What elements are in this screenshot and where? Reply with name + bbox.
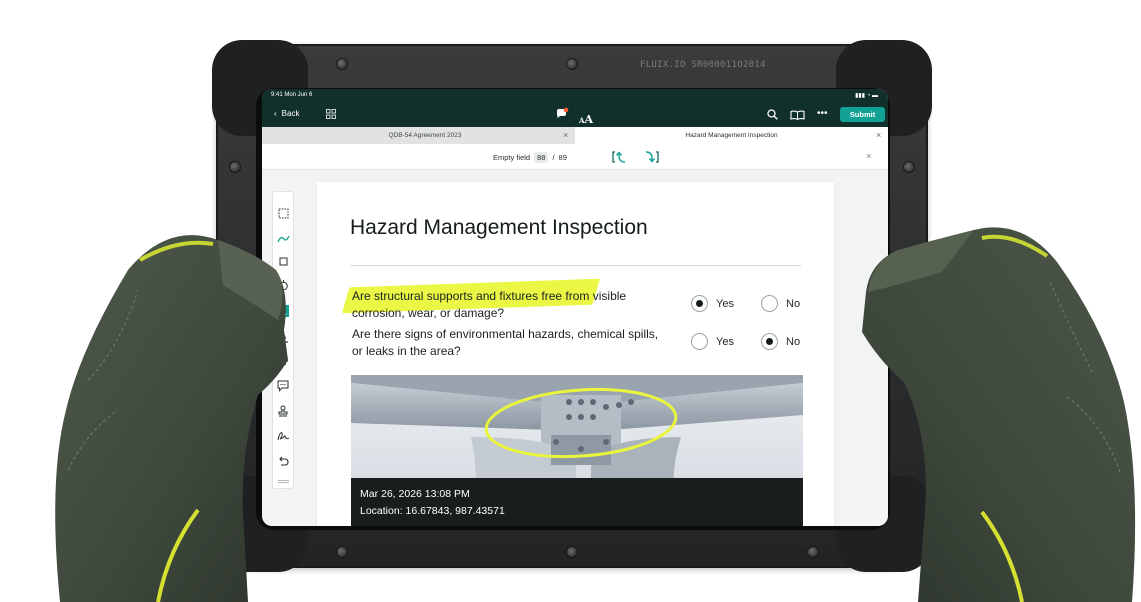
pen-icon[interactable]: [276, 230, 290, 244]
stamp-icon[interactable]: [276, 404, 290, 418]
option-label: Yes: [716, 297, 734, 310]
next-field-icon[interactable]: [643, 150, 659, 164]
current-field-number: 88: [534, 152, 549, 163]
lasso-icon[interactable]: [276, 278, 290, 292]
screw-icon: [567, 547, 577, 557]
radio-unselected[interactable]: [691, 333, 708, 350]
screw-icon: [567, 59, 577, 69]
q2-no-option[interactable]: No: [761, 333, 800, 350]
option-label: No: [786, 297, 801, 310]
back-button[interactable]: ‹ Back: [274, 109, 299, 118]
title-divider: [350, 265, 801, 266]
option-label: Yes: [716, 335, 734, 348]
app-header: 9:41 Mon Jun 6 ▮▮▮ ◔ ▬ ‹ Back AA ••• Sub…: [262, 89, 888, 127]
tablet-screen: 9:41 Mon Jun 6 ▮▮▮ ◔ ▬ ‹ Back AA ••• Sub…: [262, 89, 888, 526]
radio-selected[interactable]: [761, 333, 778, 350]
chevron-left-icon: ‹: [274, 109, 277, 118]
radio-unselected[interactable]: [761, 295, 778, 312]
tab-hazard-inspection[interactable]: Hazard Management Inspection: [575, 127, 888, 144]
more-options-icon[interactable]: •••: [817, 108, 828, 119]
grid-view-icon[interactable]: [326, 109, 336, 119]
status-time: 9:41 Mon Jun 6: [271, 92, 313, 98]
q1-no-option[interactable]: No: [761, 295, 800, 312]
back-label: Back: [281, 109, 300, 118]
radio-selected[interactable]: [691, 295, 708, 312]
comment-icon[interactable]: [276, 379, 290, 393]
submit-button[interactable]: Submit: [840, 107, 885, 122]
annotation-toolbar: A A A: [272, 191, 294, 489]
close-icon[interactable]: ×: [563, 130, 568, 140]
document-page: Hazard Management Inspection Are structu…: [317, 182, 834, 526]
crop-icon[interactable]: [276, 254, 290, 268]
text-box-icon[interactable]: A: [276, 304, 290, 318]
photo-location: Location: 16.67843, 987.43571: [360, 505, 505, 517]
signature-icon[interactable]: [276, 429, 290, 443]
empty-field-label: Empty field: [493, 153, 531, 162]
status-icons: ▮▮▮ ◔ ▬: [855, 93, 878, 99]
toolbar-resize-handle[interactable]: [278, 480, 289, 483]
comments-icon[interactable]: [555, 107, 569, 121]
svg-text:A: A: [280, 357, 287, 367]
screw-icon: [808, 547, 818, 557]
document-tabs: QDB-54 Agreement 2023 Hazard Management …: [262, 127, 888, 144]
photo-datetime: Mar 26, 2026 13:08 PM: [360, 488, 470, 500]
question-environmental-hazards: Are there signs of environmental hazards…: [352, 327, 659, 358]
screw-icon: [337, 59, 347, 69]
field-navigation-bar: Empty field 88 / 89 ×: [262, 144, 888, 170]
total-field-number: 89: [558, 153, 567, 162]
option-label: No: [786, 335, 801, 348]
previous-field-icon[interactable]: [612, 150, 628, 164]
svg-text:A: A: [280, 331, 287, 342]
open-book-icon[interactable]: [790, 110, 805, 120]
field-separator: /: [552, 153, 555, 162]
close-icon[interactable]: ×: [866, 151, 871, 161]
q2-yes-option[interactable]: Yes: [691, 333, 734, 350]
text-size-icon[interactable]: AA: [579, 108, 593, 127]
screw-icon: [337, 547, 347, 557]
svg-text:A: A: [279, 307, 286, 317]
question-structural-supports: Are structural supports and fixtures fre…: [352, 289, 627, 320]
photo-caption: Mar 26, 2026 13:08 PM Location: 16.67843…: [351, 478, 803, 526]
strikethrough-icon[interactable]: A: [276, 354, 290, 368]
underline-icon[interactable]: A: [276, 329, 290, 343]
select-icon[interactable]: [276, 206, 290, 220]
close-icon[interactable]: ×: [876, 130, 881, 140]
q1-yes-option[interactable]: Yes: [691, 295, 734, 312]
inspection-photo[interactable]: Mar 26, 2026 13:08 PM Location: 16.67843…: [351, 375, 803, 526]
device-serial: FLUIX.IO SR000011O2014: [640, 60, 766, 70]
screw-icon: [230, 162, 240, 172]
screw-icon: [904, 162, 914, 172]
tab-qdb-agreement[interactable]: QDB-54 Agreement 2023: [275, 127, 575, 144]
empty-field-counter: Empty field 88 / 89: [493, 152, 567, 163]
undo-icon[interactable]: [276, 454, 290, 468]
page-title: Hazard Management Inspection: [350, 216, 648, 239]
search-icon[interactable]: [767, 109, 778, 120]
